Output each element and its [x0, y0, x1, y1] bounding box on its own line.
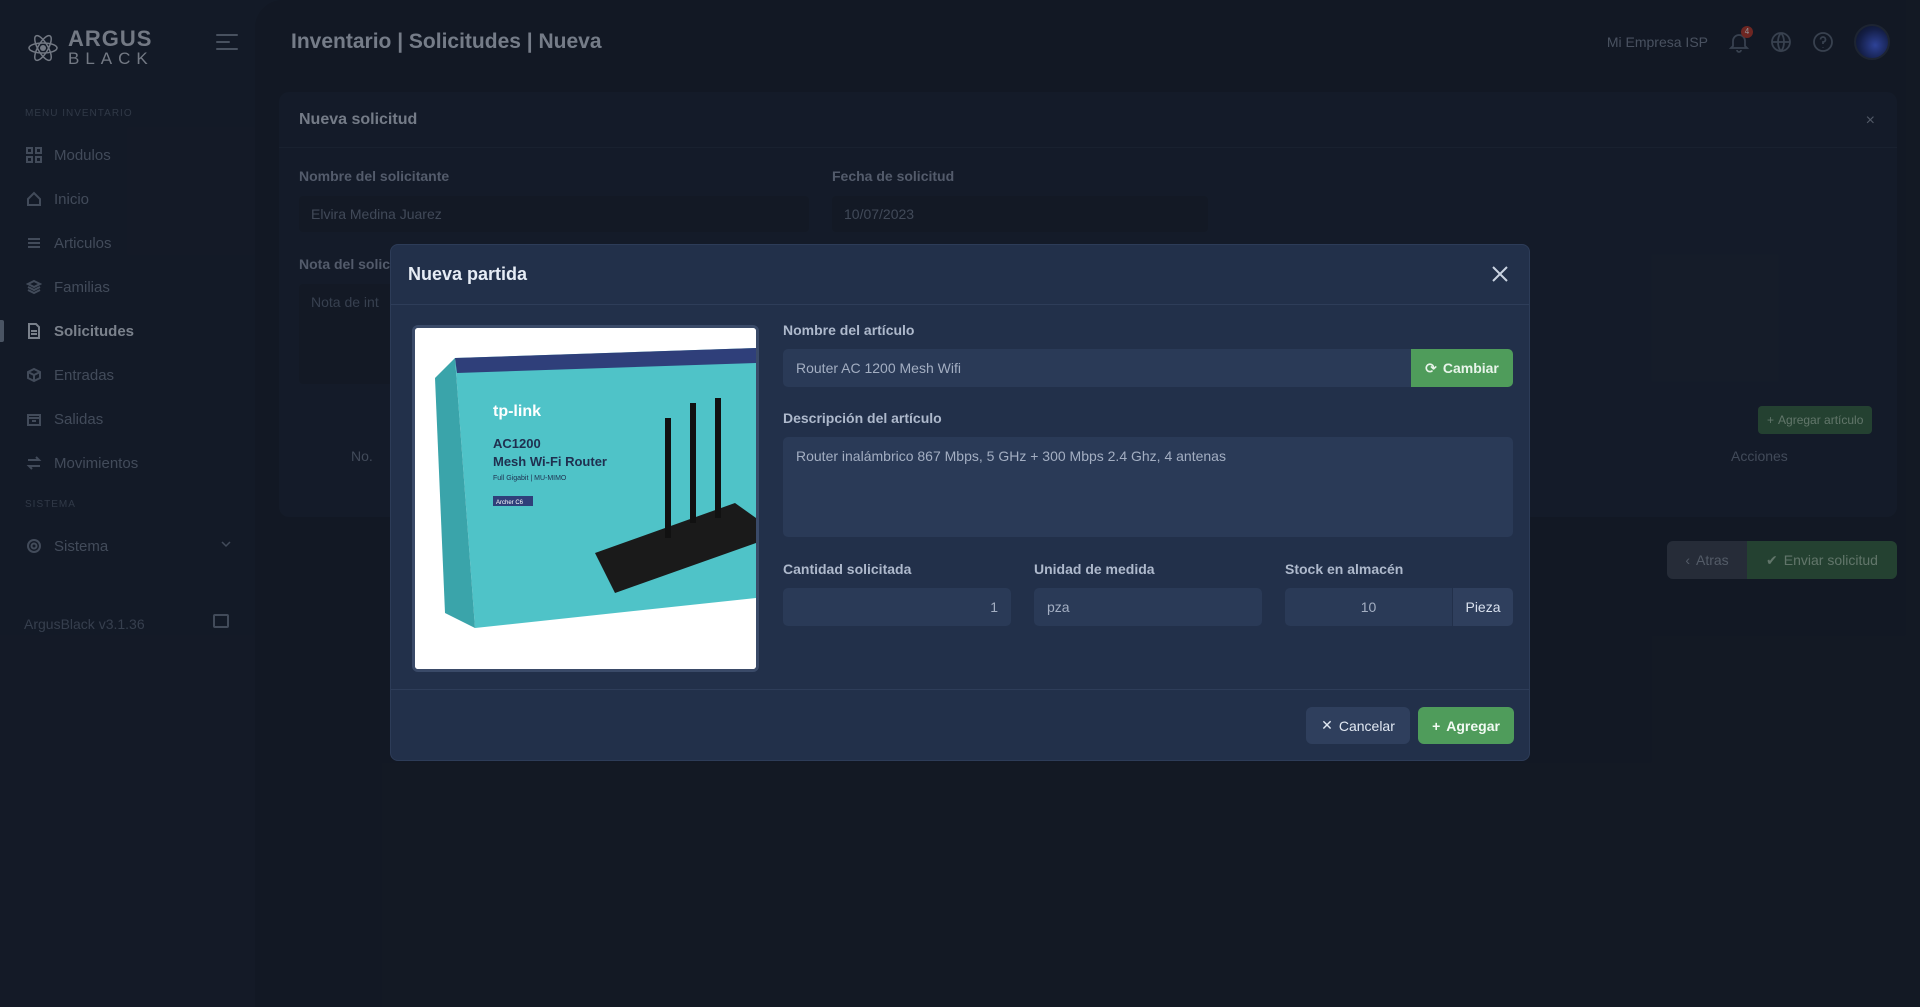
box-subtitle: Full Gigabit | MU-MIMO: [493, 475, 567, 482]
cancel-label: Cancelar: [1338, 717, 1395, 734]
plus-icon: +: [1432, 717, 1441, 734]
modal-close-button[interactable]: [1491, 265, 1509, 283]
cancel-button[interactable]: ✕ Cancelar: [1306, 707, 1410, 744]
refresh-icon: ⟳: [1425, 359, 1437, 376]
description-field[interactable]: Router inalámbrico 867 Mbps, 5 GHz + 300…: [783, 437, 1513, 537]
add-label: Agregar: [1446, 717, 1500, 734]
change-article-button[interactable]: ⟳ Cambiar: [1411, 349, 1513, 387]
router-box-illustration: tp-link AC1200 Mesh Wi-Fi Router Full Gi…: [415, 328, 756, 669]
new-item-modal: Nueva partida tp-link AC1200 Mesh Wi-Fi …: [390, 244, 1530, 761]
box-brand: tp-link: [493, 403, 541, 420]
article-name-label: Nombre del artículo: [783, 322, 915, 338]
stock-label: Stock en almacén: [1285, 561, 1404, 577]
unit-label: Unidad de medida: [1034, 561, 1155, 577]
close-icon: [1492, 266, 1508, 282]
add-button[interactable]: + Agregar: [1418, 707, 1514, 744]
stock-field: 10: [1285, 588, 1452, 626]
box-model: AC1200: [493, 436, 541, 451]
close-icon: ✕: [1321, 717, 1333, 733]
quantity-label: Cantidad solicitada: [783, 561, 912, 577]
modal-title: Nueva partida: [391, 245, 1529, 305]
unit-field[interactable]: pza: [1034, 588, 1262, 626]
description-label: Descripción del artículo: [783, 410, 942, 426]
quantity-field[interactable]: 1: [783, 588, 1011, 626]
product-image: tp-link AC1200 Mesh Wi-Fi Router Full Gi…: [412, 325, 759, 672]
stock-unit-addon: Pieza: [1452, 588, 1513, 626]
modal-footer-divider: [391, 689, 1529, 690]
article-name-field[interactable]: Router AC 1200 Mesh Wifi: [783, 349, 1411, 387]
box-name: Mesh Wi-Fi Router: [493, 454, 607, 469]
box-series: Archer C6: [496, 500, 524, 506]
change-label: Cambiar: [1442, 360, 1499, 376]
